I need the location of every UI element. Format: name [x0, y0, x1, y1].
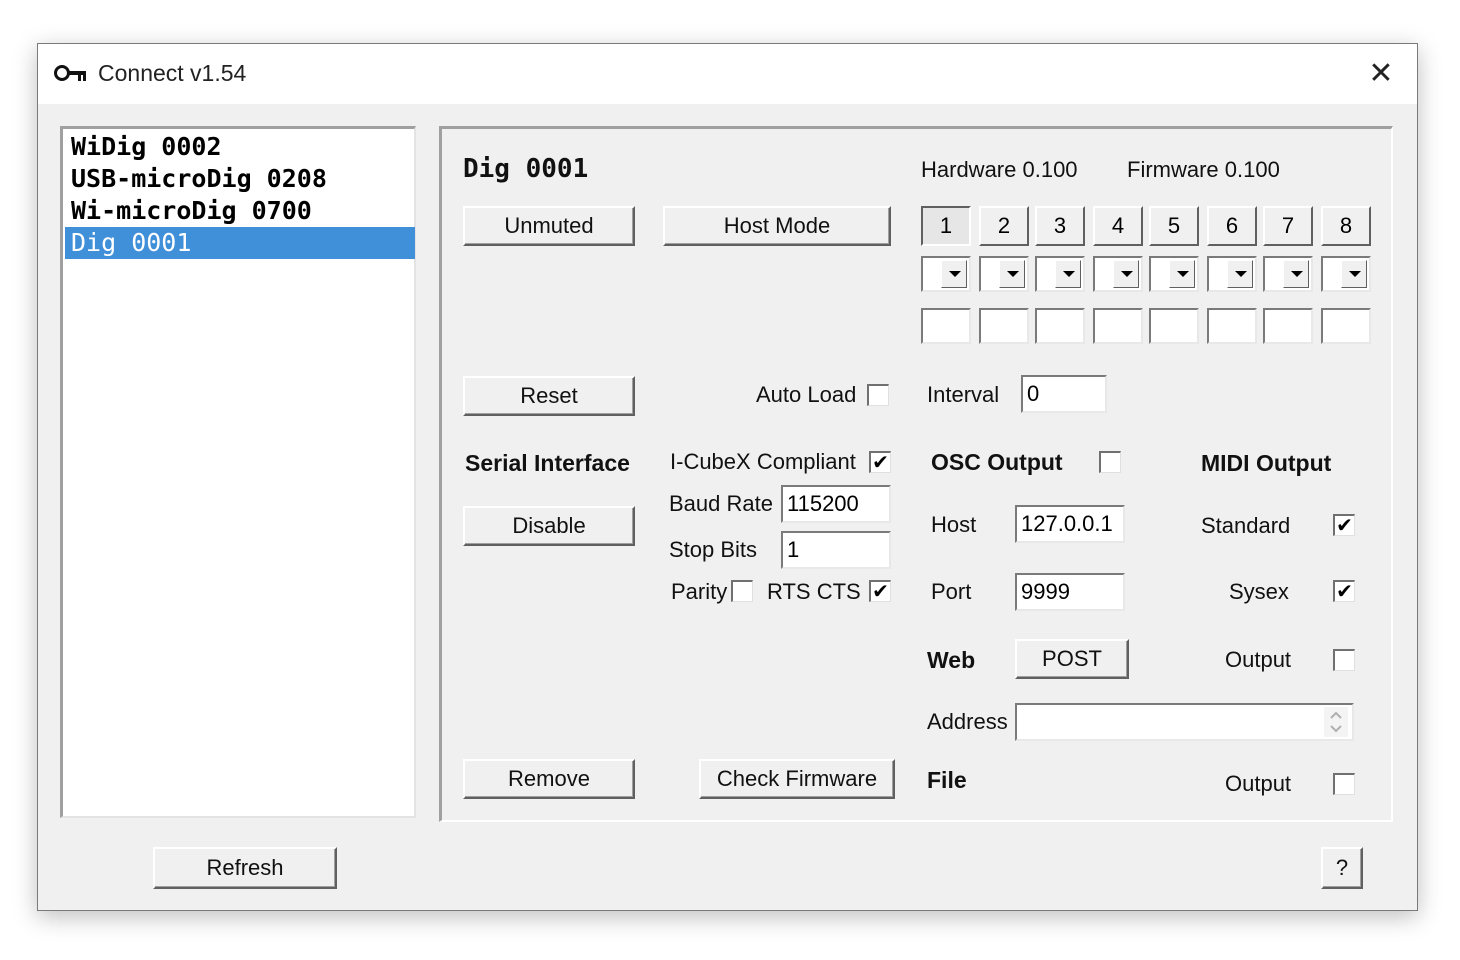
file-output-checkbox[interactable]: [1333, 773, 1355, 795]
host-mode-button[interactable]: Host Mode: [663, 206, 891, 246]
title-bar[interactable]: Connect v1.54 ✕: [38, 44, 1417, 104]
remove-button[interactable]: Remove: [463, 759, 635, 799]
interval-label: Interval: [927, 382, 1000, 407]
close-icon: ✕: [1368, 57, 1394, 90]
web-address-label: Address: [927, 709, 1008, 734]
unmuted-button[interactable]: Unmuted: [463, 206, 635, 246]
midi-standard-checkbox[interactable]: ✔: [1333, 514, 1355, 536]
channel-mode-dropdown[interactable]: [979, 256, 1029, 292]
icubex-compliant-label: I-CubeX Compliant: [670, 449, 856, 474]
parity-label: Parity: [671, 579, 728, 604]
chevron-down-icon: [1341, 260, 1367, 288]
osc-output-checkbox[interactable]: [1099, 451, 1121, 473]
osc-output-heading: OSC Output: [931, 449, 1063, 475]
spinner-arrows-icon: [1330, 711, 1342, 733]
file-heading: File: [927, 767, 967, 793]
channel-mode-dropdown[interactable]: [1149, 256, 1199, 292]
rts-cts-checkbox[interactable]: ✔: [869, 580, 891, 602]
baud-rate-input[interactable]: 115200: [781, 485, 891, 523]
osc-port-input[interactable]: 9999: [1015, 573, 1125, 611]
serial-interface-heading: Serial Interface: [465, 450, 630, 476]
device-list-item[interactable]: WiDig 0002: [65, 131, 415, 163]
icubex-compliant-checkbox[interactable]: ✔: [869, 451, 891, 473]
help-button[interactable]: ?: [1321, 847, 1363, 889]
channel-button[interactable]: 6: [1207, 206, 1257, 246]
key-icon: [54, 65, 86, 81]
osc-host-label: Host: [931, 512, 977, 537]
web-heading: Web: [927, 647, 976, 673]
device-name: Dig 0001: [463, 154, 589, 184]
chevron-down-icon: [1055, 260, 1081, 288]
window-title: Connect v1.54: [98, 60, 247, 86]
channel-value-box[interactable]: [1321, 308, 1371, 344]
channel-mode-dropdown[interactable]: [1207, 256, 1257, 292]
channel-mode-dropdown[interactable]: [1321, 256, 1371, 292]
channel-button[interactable]: 8: [1321, 206, 1371, 246]
web-output-checkbox[interactable]: [1333, 649, 1355, 671]
hardware-version: Hardware 0.100: [921, 157, 1078, 182]
post-button[interactable]: POST: [1015, 639, 1129, 679]
midi-output-heading: MIDI Output: [1201, 450, 1332, 476]
parity-checkbox[interactable]: [731, 580, 753, 602]
channel-value-box[interactable]: [1035, 308, 1085, 344]
address-spinner[interactable]: [1324, 707, 1348, 737]
web-output-label: Output: [1225, 647, 1292, 672]
channel-button[interactable]: 3: [1035, 206, 1085, 246]
baud-rate-label: Baud Rate: [669, 491, 773, 516]
channel-button[interactable]: 5: [1149, 206, 1199, 246]
channel-mode-dropdown[interactable]: [1263, 256, 1313, 292]
channel-value-box[interactable]: [1207, 308, 1257, 344]
connect-window: Connect v1.54 ✕ WiDig 0002 USB-microDig 0…: [37, 43, 1418, 911]
chevron-down-icon: [941, 260, 967, 288]
rts-cts-label: RTS CTS: [767, 579, 861, 604]
device-list-item[interactable]: USB-microDig 0208: [65, 163, 415, 195]
check-firmware-button[interactable]: Check Firmware: [699, 759, 895, 799]
web-address-input[interactable]: [1015, 703, 1354, 741]
reset-button[interactable]: Reset: [463, 376, 635, 416]
disable-button[interactable]: Disable: [463, 506, 635, 546]
channel-mode-dropdown[interactable]: [1093, 256, 1143, 292]
channel-button[interactable]: 7: [1263, 206, 1313, 246]
chevron-down-icon: [1169, 260, 1195, 288]
chevron-down-icon: [1113, 260, 1139, 288]
channel-mode-dropdown[interactable]: [1035, 256, 1085, 292]
channel-value-box[interactable]: [921, 308, 971, 344]
channel-button[interactable]: 4: [1093, 206, 1143, 246]
device-list[interactable]: WiDig 0002 USB-microDig 0208 Wi-microDig 0…: [60, 126, 416, 818]
midi-standard-label: Standard: [1201, 513, 1291, 538]
auto-load-checkbox[interactable]: [867, 384, 889, 406]
device-list-item[interactable]: Wi-microDig 0700: [65, 195, 415, 227]
channel-value-box[interactable]: [1149, 308, 1199, 344]
osc-port-label: Port: [931, 579, 972, 604]
file-output-label: Output: [1225, 771, 1292, 796]
channel-value-box[interactable]: [1263, 308, 1313, 344]
channel-button[interactable]: 1: [921, 206, 971, 246]
firmware-version: Firmware 0.100: [1127, 157, 1280, 182]
channel-value-box[interactable]: [979, 308, 1029, 344]
device-list-item[interactable]: Dig 0001: [65, 227, 415, 259]
refresh-button[interactable]: Refresh: [153, 847, 337, 889]
stop-bits-input[interactable]: 1: [781, 531, 891, 569]
midi-sysex-label: Sysex: [1229, 579, 1289, 604]
channel-button[interactable]: 2: [979, 206, 1029, 246]
channel-mode-dropdown[interactable]: [921, 256, 971, 292]
chevron-down-icon: [1227, 260, 1253, 288]
channel-value-box[interactable]: [1093, 308, 1143, 344]
stop-bits-label: Stop Bits: [669, 537, 758, 562]
close-button[interactable]: ✕: [1361, 56, 1401, 92]
chevron-down-icon: [999, 260, 1025, 288]
interval-input[interactable]: 0: [1021, 375, 1107, 413]
chevron-down-icon: [1283, 260, 1309, 288]
osc-host-input[interactable]: 127.0.0.1: [1015, 505, 1125, 543]
auto-load-label: Auto Load: [756, 382, 857, 407]
midi-sysex-checkbox[interactable]: ✔: [1333, 580, 1355, 602]
